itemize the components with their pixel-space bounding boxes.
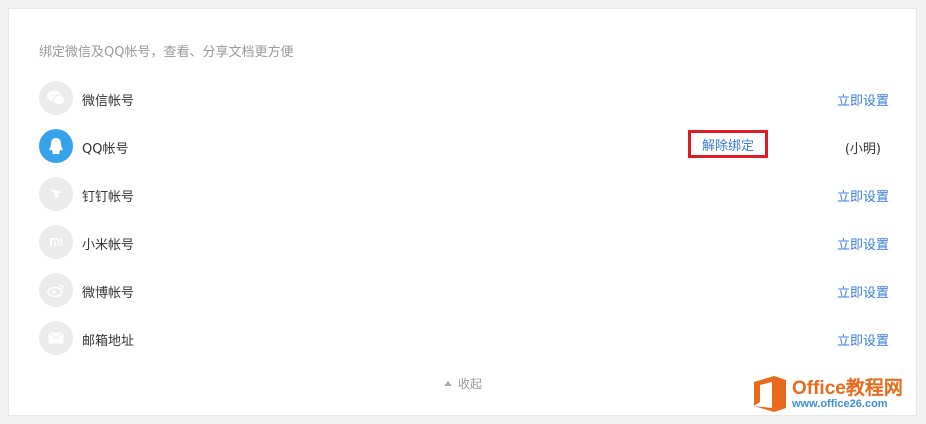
xiaomi-icon <box>39 225 73 259</box>
weibo-icon <box>39 273 73 307</box>
watermark-title: Office教程网 <box>792 378 903 399</box>
account-binding-card: 绑定微信及QQ帐号，查看、分享文档更方便 微信帐号 立即设置 QQ帐号 解除绑定… <box>8 8 917 416</box>
qq-icon <box>39 129 73 163</box>
dingtalk-icon <box>39 177 73 211</box>
account-row-weibo: 微博帐号 立即设置 <box>39 273 889 309</box>
setup-now-link-weibo[interactable]: 立即设置 <box>837 282 889 301</box>
setup-now-link-dingtalk[interactable]: 立即设置 <box>837 186 889 205</box>
account-row-qq: QQ帐号 解除绑定 (小明) <box>39 129 889 165</box>
account-row-dingtalk: 钉钉帐号 立即设置 <box>39 177 889 213</box>
setup-now-link-xiaomi[interactable]: 立即设置 <box>837 234 889 253</box>
binding-description: 绑定微信及QQ帐号，查看、分享文档更方便 <box>39 45 294 60</box>
email-icon <box>39 321 73 355</box>
account-label: QQ帐号 <box>82 142 129 157</box>
setup-now-link-wechat[interactable]: 立即设置 <box>837 90 889 109</box>
bound-account-name: (小明) <box>844 142 881 157</box>
account-label: 微信帐号 <box>82 94 135 109</box>
account-row-wechat: 微信帐号 立即设置 <box>39 81 889 117</box>
watermark: Office教程网 www.office26.com <box>750 372 920 418</box>
unbind-button[interactable]: 解除绑定 <box>688 130 768 158</box>
caret-up-icon <box>444 381 452 386</box>
collapse-toggle[interactable]: 收起 <box>444 375 482 392</box>
account-label: 钉钉帐号 <box>82 190 135 205</box>
account-row-xiaomi: 小米帐号 立即设置 <box>39 225 889 261</box>
wechat-icon <box>39 81 73 115</box>
account-label: 小米帐号 <box>82 238 135 253</box>
collapse-label: 收起 <box>458 377 483 391</box>
account-label: 微博帐号 <box>82 286 135 301</box>
watermark-url: www.office26.com <box>792 398 888 410</box>
setup-now-link-email[interactable]: 立即设置 <box>837 330 889 349</box>
office-logo-icon <box>754 376 786 412</box>
account-label: 邮箱地址 <box>82 334 135 349</box>
account-row-email: 邮箱地址 立即设置 <box>39 321 889 357</box>
